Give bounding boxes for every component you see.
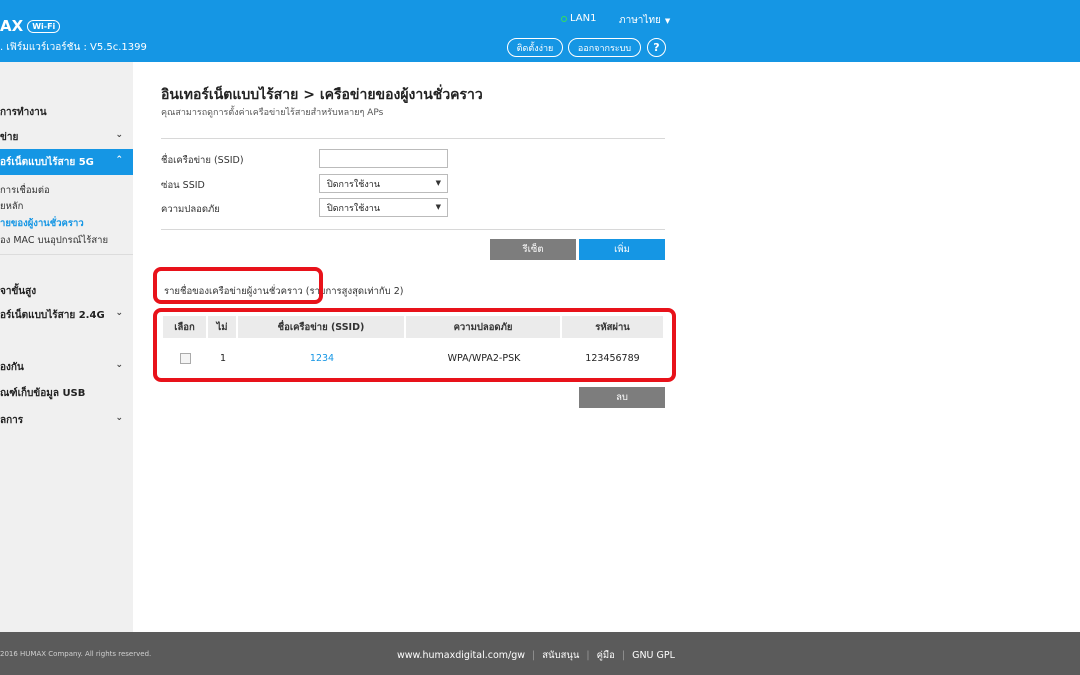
sidebar-item-label: อร์เน็ตแบบไร้สาย 2.4G bbox=[0, 309, 105, 321]
separator: | bbox=[621, 650, 626, 661]
add-button[interactable]: เพิ่ม bbox=[579, 239, 665, 260]
sidebar-item-wireless-24g[interactable]: อร์เน็ตแบบไร้สาย 2.4G ⌄ bbox=[0, 302, 133, 328]
sidebar-item-label: การทำงาน bbox=[0, 106, 47, 118]
sidebar-item-network[interactable]: ข่าย ⌄ bbox=[0, 124, 133, 150]
hide-ssid-value: ปิดการใช้งาน bbox=[327, 179, 380, 190]
reset-button[interactable]: รีเซ็ต bbox=[490, 239, 576, 260]
sidebar-item-label: ข่าย bbox=[0, 131, 19, 143]
divider bbox=[161, 229, 665, 230]
page-title: อินเทอร์เน็ตแบบไร้สาย > เครือข่ายของผู้ง… bbox=[161, 87, 483, 103]
sidebar-item-label: ณฑ์เก็บข้อมูล USB bbox=[0, 387, 86, 399]
hide-ssid-select[interactable]: ปิดการใช้งาน ▼ bbox=[319, 174, 448, 193]
caret-down-icon: ▼ bbox=[435, 179, 441, 187]
footer-links: www.humaxdigital.com/gw | สนับสนุน | คู่… bbox=[397, 648, 675, 663]
footer-link-gnu-gpl[interactable]: GNU GPL bbox=[632, 650, 675, 661]
chevron-down-icon: ⌄ bbox=[115, 308, 123, 318]
sidebar-item-wireless-5g[interactable]: อร์เน็ตแบบไร้สาย 5G ⌃ bbox=[0, 149, 133, 175]
separator: | bbox=[586, 650, 590, 661]
footer-link-website[interactable]: www.humaxdigital.com/gw bbox=[397, 650, 525, 661]
language-select[interactable]: ภาษาไทย ▼ bbox=[619, 13, 670, 28]
sidebar-item-security[interactable]: องกัน ⌄ bbox=[0, 354, 133, 380]
sidebar-sub-main[interactable]: ยหลัก bbox=[0, 199, 23, 214]
lan-status: LAN1 bbox=[561, 13, 596, 24]
copyright: 2016 HUMAX Company. All rights reserved. bbox=[0, 650, 152, 658]
sidebar-sub-guest-network[interactable]: ายของผู้งานชั่วคราว bbox=[0, 216, 84, 231]
chevron-down-icon: ⌄ bbox=[115, 360, 123, 370]
top-header: AX Wi-Fi . เฟิร์มแวร์เวอร์ชัน : V5.5c.13… bbox=[0, 0, 1080, 62]
language-label: ภาษาไทย bbox=[619, 15, 661, 26]
sidebar-item-label: องกัน bbox=[0, 361, 24, 373]
firmware-version: . เฟิร์มแวร์เวอร์ชัน : V5.5c.1399 bbox=[0, 42, 147, 53]
ssid-label: ชื่อเครือข่าย (SSID) bbox=[161, 155, 244, 166]
status-dot-icon bbox=[561, 15, 567, 22]
hide-ssid-label: ซ่อน SSID bbox=[161, 180, 205, 191]
help-button[interactable]: ? bbox=[647, 38, 666, 57]
logo-text: AX bbox=[0, 17, 24, 35]
chevron-up-icon: ⌃ bbox=[115, 155, 123, 165]
divider bbox=[0, 254, 133, 255]
caret-down-icon: ▼ bbox=[435, 203, 441, 211]
highlight-box bbox=[153, 308, 676, 382]
sidebar-sub-connection[interactable]: การเชื่อมต่อ bbox=[0, 183, 50, 198]
sidebar-item-label: อร์เน็ตแบบไร้สาย 5G bbox=[0, 156, 94, 168]
security-select[interactable]: ปิดการใช้งาน ▼ bbox=[319, 198, 448, 217]
sidebar-item-usb-storage[interactable]: ณฑ์เก็บข้อมูล USB bbox=[0, 380, 133, 406]
highlight-box bbox=[153, 267, 323, 304]
sidebar: การทำงาน ข่าย ⌄ อร์เน็ตแบบไร้สาย 5G ⌃ การเ… bbox=[0, 62, 133, 632]
security-label: ความปลอดภัย bbox=[161, 204, 220, 215]
sidebar-item-advanced[interactable]: จาขั้นสูง bbox=[0, 278, 133, 304]
easy-setup-button[interactable]: ติดตั้งง่าย bbox=[507, 38, 563, 57]
footer-link-support[interactable]: สนับสนุน bbox=[542, 648, 579, 663]
humax-logo: AX Wi-Fi bbox=[0, 17, 61, 35]
delete-button[interactable]: ลบ bbox=[579, 387, 665, 408]
security-value: ปิดการใช้งาน bbox=[327, 203, 380, 214]
sidebar-item-operation[interactable]: การทำงาน bbox=[0, 99, 133, 125]
chevron-down-icon: ⌄ bbox=[115, 130, 123, 140]
footer: 2016 HUMAX Company. All rights reserved.… bbox=[0, 632, 1080, 675]
caret-down-icon: ▼ bbox=[664, 17, 671, 25]
sidebar-item-management[interactable]: ลการ ⌄ bbox=[0, 407, 133, 433]
page-subtitle: คุณสามารถดูการตั้งค่าเครือข่ายไร้สายสำหร… bbox=[161, 108, 384, 118]
footer-link-manual[interactable]: คู่มือ bbox=[597, 648, 615, 663]
wifi-badge: Wi-Fi bbox=[27, 19, 61, 33]
chevron-down-icon: ⌄ bbox=[115, 413, 123, 423]
ssid-input[interactable] bbox=[319, 149, 448, 168]
logout-button[interactable]: ออกจากระบบ bbox=[568, 38, 641, 57]
lan-status-label: LAN1 bbox=[570, 13, 597, 24]
divider bbox=[161, 138, 665, 139]
sidebar-item-label: จาขั้นสูง bbox=[0, 285, 37, 297]
sidebar-item-label: ลการ bbox=[0, 414, 24, 426]
sidebar-sub-mac-filter[interactable]: อง MAC บนอุปกรณ์ไร้สาย bbox=[0, 233, 108, 248]
separator: | bbox=[532, 650, 536, 661]
